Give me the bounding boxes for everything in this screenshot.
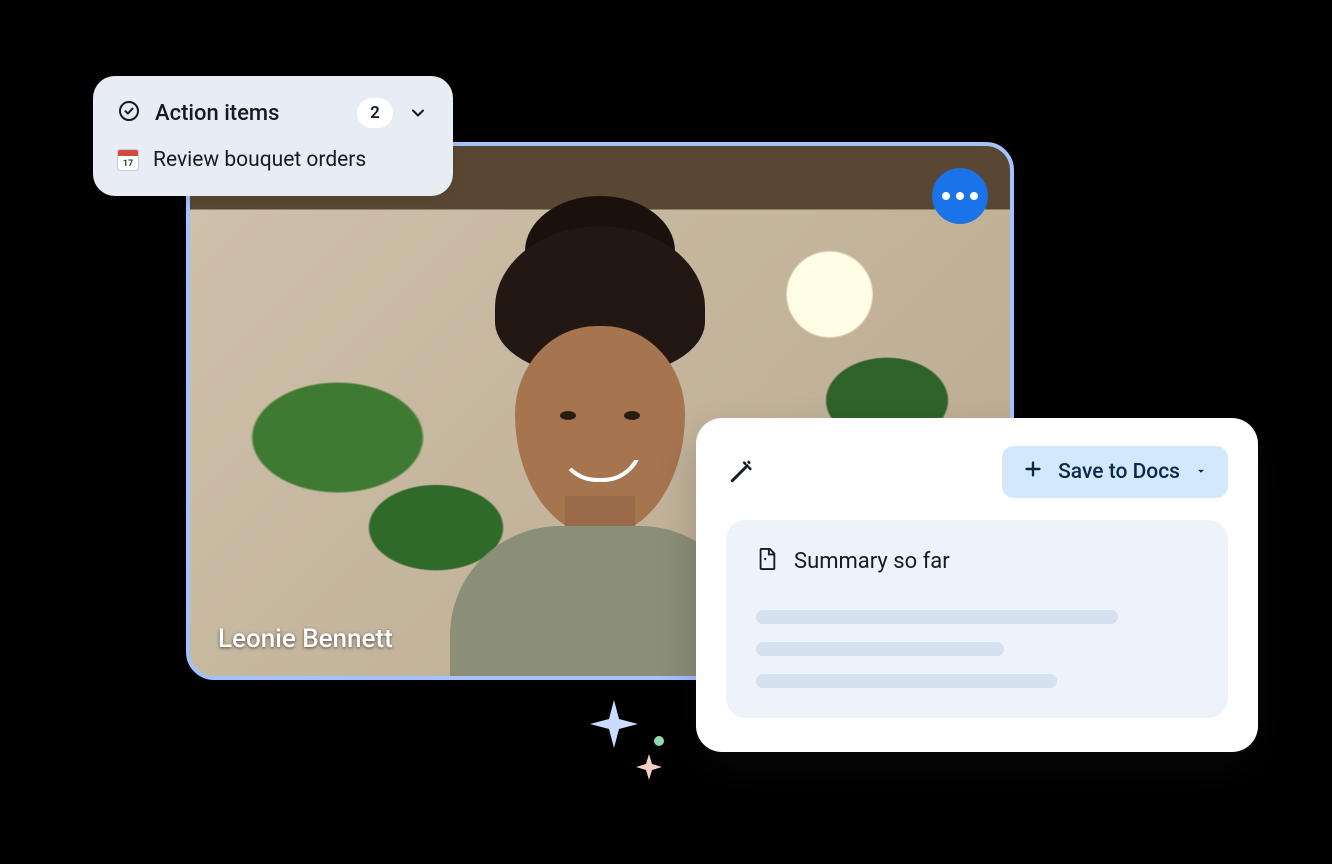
summary-title: Summary so far: [794, 549, 950, 574]
action-items-header[interactable]: Action items 2: [117, 98, 429, 128]
summary-card: Save to Docs Summary so far: [696, 418, 1258, 752]
magic-wand-icon: [726, 457, 756, 487]
save-to-docs-label: Save to Docs: [1058, 460, 1180, 484]
action-item[interactable]: Review bouquet orders: [117, 148, 429, 172]
check-circle-icon: [117, 99, 141, 127]
summary-line-placeholder: [756, 610, 1118, 624]
action-items-count-badge: 2: [357, 98, 393, 128]
save-to-docs-button[interactable]: Save to Docs: [1002, 446, 1228, 498]
summary-line-placeholder: [756, 642, 1004, 656]
action-item-label: Review bouquet orders: [153, 148, 366, 172]
summary-body: Summary so far: [726, 520, 1228, 718]
calendar-icon: [117, 149, 139, 171]
sparkle-dot: [654, 736, 664, 746]
more-icon: [942, 192, 950, 200]
caret-down-icon: [1194, 460, 1208, 484]
action-items-title: Action items: [155, 101, 279, 126]
action-items-card: Action items 2 Review bouquet orders: [93, 76, 453, 196]
document-icon: [756, 546, 778, 576]
participant-name: Leonie Bennett: [218, 624, 393, 654]
chevron-down-icon[interactable]: [407, 102, 429, 124]
plus-icon: [1022, 458, 1044, 486]
sparkle-icon: [634, 752, 664, 782]
more-options-button[interactable]: [932, 168, 988, 224]
sparkle-icon: [586, 696, 642, 752]
summary-line-placeholder: [756, 674, 1057, 688]
